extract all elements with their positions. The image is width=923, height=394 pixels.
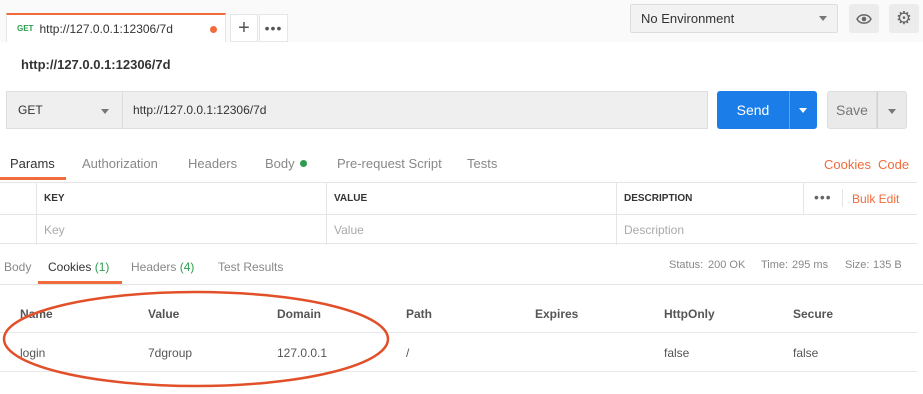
gear-icon: ⚙ bbox=[895, 8, 913, 28]
cookies-link[interactable]: Cookies bbox=[824, 157, 871, 172]
response-tab-cookies[interactable]: Cookies (1) bbox=[48, 260, 109, 274]
tab-prerequest-script[interactable]: Pre-request Script bbox=[337, 156, 442, 171]
cookie-secure: false bbox=[793, 346, 819, 360]
column-secure: Secure bbox=[793, 307, 834, 321]
active-response-tab-indicator bbox=[38, 281, 122, 284]
param-description-input[interactable]: Description bbox=[617, 214, 917, 245]
environment-quick-look-button[interactable] bbox=[849, 4, 879, 33]
status-label: Status: bbox=[669, 259, 704, 271]
send-options-button[interactable] bbox=[789, 91, 817, 129]
time-value: 295 ms bbox=[792, 259, 829, 271]
response-tabs: Body Cookies (1) Headers (4) Test Result… bbox=[0, 253, 923, 285]
url-input[interactable]: http://127.0.0.1:12306/7d bbox=[122, 91, 708, 129]
cookie-httponly: false bbox=[664, 346, 690, 360]
send-button[interactable]: Send bbox=[717, 91, 789, 129]
request-tab[interactable]: GET http://127.0.0.1:12306/7d bbox=[6, 13, 226, 42]
tab-authorization[interactable]: Authorization bbox=[82, 156, 158, 171]
tab-url: http://127.0.0.1:12306/7d bbox=[39, 21, 173, 36]
url-value: http://127.0.0.1:12306/7d bbox=[133, 103, 267, 117]
tab-more-button[interactable]: ••• bbox=[259, 14, 288, 42]
column-expires: Expires bbox=[535, 307, 579, 321]
status-value: 200 OK bbox=[708, 259, 746, 271]
unsaved-dot-icon bbox=[210, 26, 217, 33]
param-key-input[interactable]: Key bbox=[37, 214, 327, 245]
new-tab-button[interactable]: + bbox=[230, 14, 258, 42]
size-value: 135 B bbox=[873, 259, 902, 271]
params-value-header: VALUE bbox=[327, 183, 617, 214]
tab-body[interactable]: Body bbox=[265, 156, 307, 171]
response-tab-test-results[interactable]: Test Results bbox=[218, 260, 283, 274]
manage-environments-button[interactable]: ⚙ bbox=[889, 4, 919, 33]
request-tabs: Params Authorization Headers Body Pre-re… bbox=[0, 148, 923, 182]
body-indicator-icon bbox=[299, 160, 307, 167]
headers-tab-label: Headers bbox=[131, 260, 177, 274]
response-tab-headers[interactable]: Headers (4) bbox=[131, 260, 194, 274]
tab-headers[interactable]: Headers bbox=[188, 156, 237, 171]
request-title: http://127.0.0.1:12306/7d bbox=[21, 57, 171, 72]
time-label: Time: bbox=[761, 259, 789, 271]
cookies-count-badge: (1) bbox=[94, 260, 110, 274]
environment-select[interactable]: No Environment bbox=[630, 4, 838, 33]
size-label: Size: bbox=[845, 259, 870, 271]
params-description-header: DESCRIPTION bbox=[617, 183, 804, 214]
tab-body-label: Body bbox=[265, 156, 295, 171]
tab-params[interactable]: Params bbox=[10, 156, 55, 171]
params-row-checkbox bbox=[0, 214, 37, 245]
annotation-ellipse bbox=[2, 290, 390, 388]
save-options-button[interactable] bbox=[877, 91, 907, 129]
active-tab-indicator bbox=[0, 177, 66, 180]
save-button[interactable]: Save bbox=[827, 91, 877, 129]
cookies-tab-label: Cookies bbox=[48, 260, 92, 274]
column-path: Path bbox=[406, 307, 433, 321]
tab-method: GET bbox=[17, 24, 34, 33]
params-key-header: KEY bbox=[37, 183, 327, 214]
params-table: KEY VALUE DESCRIPTION ••• Bulk Edit Key … bbox=[0, 182, 917, 245]
headers-count-badge: (4) bbox=[179, 260, 195, 274]
environment-selected: No Environment bbox=[641, 11, 735, 26]
column-httponly: HttpOnly bbox=[664, 307, 715, 321]
method-value: GET bbox=[18, 103, 43, 117]
params-checkbox-column bbox=[0, 183, 37, 214]
code-link[interactable]: Code bbox=[878, 157, 909, 172]
cookie-path: / bbox=[406, 346, 410, 360]
divider bbox=[842, 189, 843, 207]
bulk-edit-link[interactable]: Bulk Edit bbox=[852, 192, 899, 206]
response-tab-body[interactable]: Body bbox=[4, 260, 31, 274]
params-more-button[interactable]: ••• bbox=[814, 189, 832, 205]
eye-icon bbox=[856, 13, 872, 24]
param-value-input[interactable]: Value bbox=[327, 214, 617, 245]
chevron-down-icon bbox=[101, 109, 109, 114]
tab-tests[interactable]: Tests bbox=[467, 156, 497, 171]
chevron-down-icon bbox=[819, 16, 827, 21]
method-select[interactable]: GET bbox=[6, 91, 122, 129]
